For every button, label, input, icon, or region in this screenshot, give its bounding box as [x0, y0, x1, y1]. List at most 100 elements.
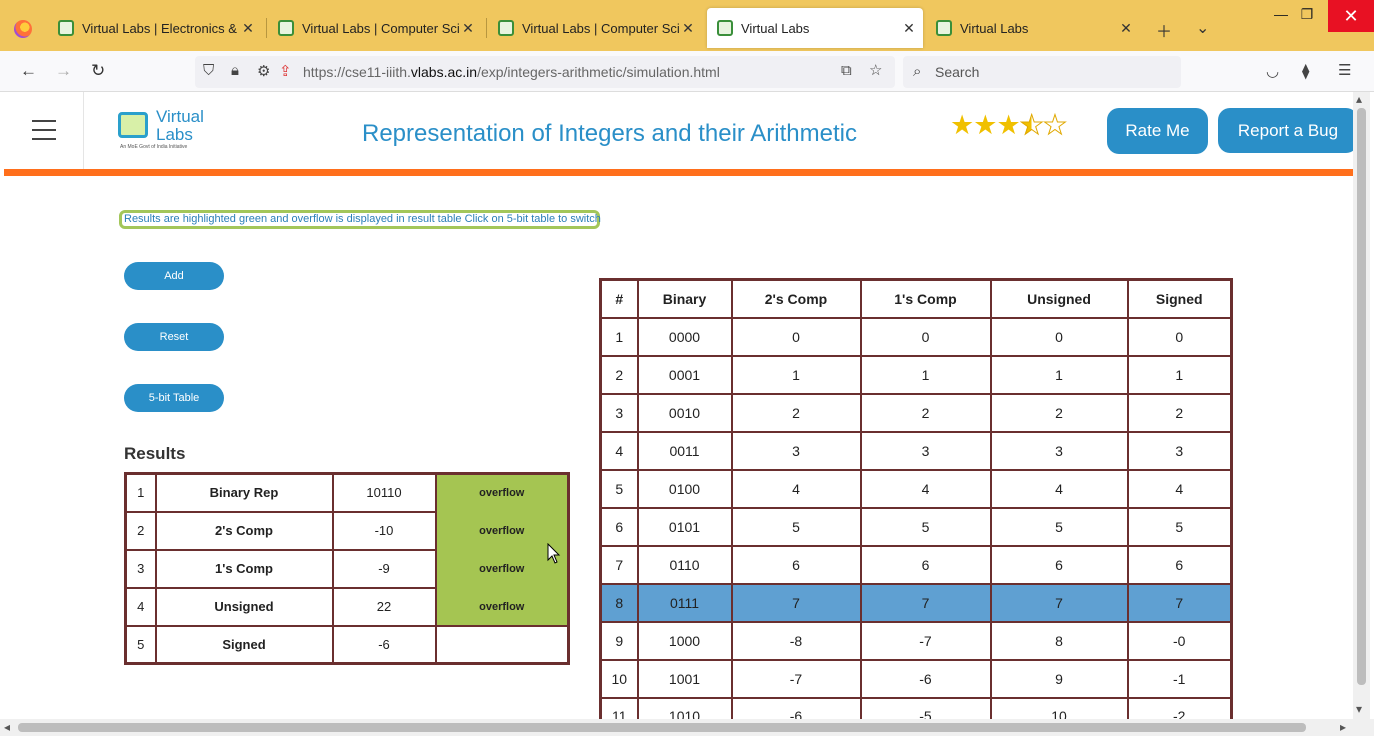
row-number: 2 — [124, 510, 157, 551]
table-row: 3 1's Comp -9 overflow — [124, 548, 570, 589]
result-label: Binary Rep — [154, 472, 334, 513]
rating-stars[interactable]: ★★★★★ — [950, 110, 1068, 141]
table-cell: 0110 — [636, 544, 733, 585]
half-star-icon[interactable]: ★ — [1019, 110, 1044, 141]
browser-tab[interactable]: Virtual Labs | Computer Scienc ✕ — [268, 8, 482, 48]
close-tab-icon[interactable]: ✕ — [460, 20, 476, 37]
site-header: Virtual Labs An MoE Govt of India Initia… — [4, 92, 1353, 169]
table-cell: 11 — [599, 696, 639, 719]
browser-tab[interactable]: Virtual Labs | Computer Scienc ✕ — [488, 8, 702, 48]
close-tab-icon[interactable]: ✕ — [1118, 20, 1134, 37]
rate-me-button[interactable]: Rate Me — [1107, 108, 1208, 154]
tab-title: Virtual Labs | Computer Scienc — [302, 20, 460, 36]
result-value: 10110 — [331, 472, 437, 513]
table-cell: 0111 — [636, 582, 733, 623]
close-tab-icon[interactable]: ✕ — [680, 20, 696, 37]
table-cell: 10 — [989, 696, 1129, 719]
table-cell: 6 — [1126, 544, 1233, 585]
search-icon: ⌕ — [913, 63, 922, 80]
add-button[interactable]: Add — [124, 262, 224, 290]
tab-title: Virtual Labs | Computer Scienc — [522, 20, 680, 36]
browser-tab[interactable]: Virtual Labs | Electronics & Co ✕ — [48, 8, 262, 48]
browser-tabbar: Virtual Labs | Electronics & Co ✕ Virtua… — [0, 0, 1374, 51]
table-row: 4 Unsigned 22 overflow — [124, 586, 570, 627]
logo-subtitle: An MoE Govt of India Initiative — [120, 144, 188, 150]
browser-tab[interactable]: Virtual Labs ✕ — [926, 8, 1140, 48]
table-cell: 4 — [989, 468, 1129, 509]
table-cell: 5 — [1126, 506, 1233, 547]
star-icon[interactable]: ★ — [950, 110, 974, 140]
lock-icon[interactable]: 🔒︎ — [231, 62, 239, 79]
star-icon[interactable]: ★ — [996, 110, 1020, 140]
row-number: 1 — [124, 472, 157, 513]
empty-star-icon[interactable]: ★ — [1042, 110, 1067, 141]
restore-window-icon[interactable]: ❐ — [1292, 6, 1322, 23]
hamburger-menu-icon[interactable] — [32, 120, 56, 140]
firefox-menu-icon[interactable] — [14, 20, 32, 38]
table-row: 10 1001 -7 -6 9 -1 — [599, 658, 1233, 699]
search-input[interactable]: ⌕ Search — [903, 56, 1181, 88]
url-bar[interactable]: ⛉ 🔒︎ ⚙︎ ⇪ https://cse11-iiith.vlabs.ac.i… — [195, 56, 895, 88]
table-cell: 7 — [599, 544, 639, 585]
virtual-labs-favicon-icon — [936, 20, 952, 36]
column-header: 2's Comp — [730, 278, 862, 319]
scroll-down-icon[interactable]: ▾ — [1356, 702, 1362, 716]
table-body: 1 0000 0 0 0 0 2 0001 1 1 1 1 3 0010 2 2 2 2 4 0011 3 3 3 3 5 010… — [599, 316, 1233, 719]
extensions-icon[interactable]: ⧫ — [1302, 62, 1309, 80]
table-row: 5 Signed -6 — [124, 624, 570, 665]
switch-5bit-table-button[interactable]: 5-bit Table — [124, 384, 224, 412]
reset-button[interactable]: Reset — [124, 323, 224, 351]
table-cell: 2 — [599, 354, 639, 395]
vertical-scrollbar[interactable]: ▴ ▾ — [1353, 92, 1370, 719]
row-number: 3 — [124, 548, 157, 589]
table-cell: 1 — [859, 354, 992, 395]
browser-tab-active[interactable]: Virtual Labs ✕ — [707, 8, 923, 48]
close-window-icon[interactable]: ✕ — [1328, 0, 1374, 32]
new-tab-icon[interactable]: ＋ — [1156, 18, 1172, 42]
horizontal-scroll-thumb[interactable] — [18, 723, 1306, 732]
table-cell: 1001 — [636, 658, 733, 699]
forward-arrow-icon[interactable]: → — [55, 61, 72, 81]
table-cell: 7 — [1126, 582, 1233, 623]
app-menu-icon[interactable]: ☰ — [1338, 61, 1351, 79]
table-cell: 3 — [730, 430, 862, 471]
picture-in-picture-icon[interactable]: ⧉ — [841, 62, 852, 79]
logo-text-line2: Labs — [156, 125, 193, 144]
tab-title: Virtual Labs | Electronics & Co — [82, 20, 240, 36]
scroll-left-icon[interactable]: ◂ — [4, 720, 10, 734]
url-text[interactable]: https://cse11-iiith.vlabs.ac.in/exp/inte… — [303, 64, 720, 80]
results-table: 1 Binary Rep 10110 overflow 2 2's Comp -… — [124, 472, 570, 665]
table-cell: 1 — [599, 316, 639, 357]
vertical-scroll-thumb[interactable] — [1357, 108, 1366, 685]
result-label: Unsigned — [154, 586, 334, 627]
scroll-right-icon[interactable]: ▸ — [1340, 720, 1346, 734]
table-cell: 3 — [599, 392, 639, 433]
scroll-up-icon[interactable]: ▴ — [1356, 92, 1362, 106]
star-icon[interactable]: ★ — [973, 110, 997, 140]
reload-icon[interactable]: ↻ — [91, 61, 105, 81]
table-cell: 3 — [859, 430, 992, 471]
tab-title: Virtual Labs — [741, 20, 810, 36]
pocket-icon[interactable]: ◡ — [1266, 62, 1279, 80]
table-cell: 0001 — [636, 354, 733, 395]
close-tab-icon[interactable]: ✕ — [240, 20, 256, 37]
bookmark-star-icon[interactable]: ☆ — [869, 61, 882, 79]
table-row: 7 0110 6 6 6 6 — [599, 544, 1233, 585]
page-title: Representation of Integers and their Ari… — [362, 120, 857, 147]
horizontal-scrollbar[interactable]: ◂ ▸ — [0, 719, 1374, 736]
table-cell: 1010 — [636, 696, 733, 719]
report-bug-button[interactable]: Report a Bug — [1218, 108, 1353, 153]
table-cell: 0 — [859, 316, 992, 357]
permissions-icon[interactable]: ⚙︎ — [257, 62, 270, 80]
list-tabs-chevron-down-icon[interactable]: ⌄ — [1196, 18, 1209, 38]
table-row: 2 2's Comp -10 overflow — [124, 510, 570, 551]
close-tab-icon[interactable]: ✕ — [901, 20, 917, 37]
virtual-labs-logo[interactable]: Virtual Labs An MoE Govt of India Initia… — [116, 108, 206, 154]
table-cell: -7 — [859, 620, 992, 661]
table-cell: 8 — [599, 582, 639, 623]
table-cell: 1 — [1126, 354, 1233, 395]
back-arrow-icon[interactable]: ← — [20, 61, 37, 81]
table-row: 6 0101 5 5 5 5 — [599, 506, 1233, 547]
install-icon[interactable]: ⇪ — [279, 62, 292, 80]
shield-icon[interactable]: ⛉ — [203, 62, 214, 79]
